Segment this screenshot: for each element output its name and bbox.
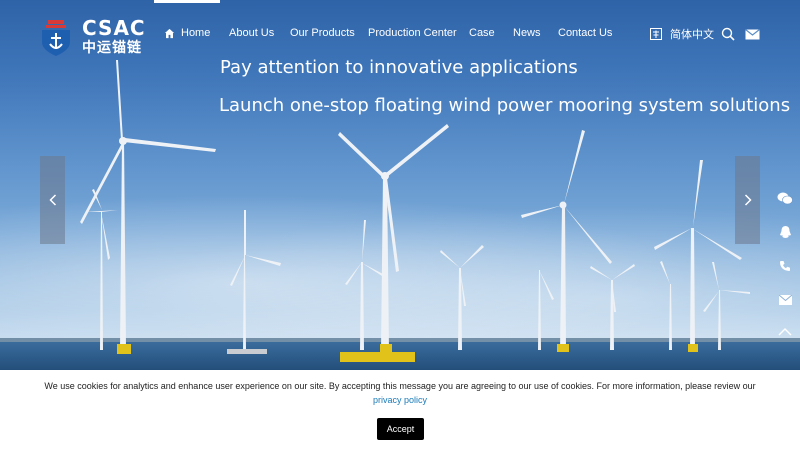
- nav-item-contact-us[interactable]: Contact Us: [558, 27, 612, 39]
- qq-icon: [779, 225, 791, 238]
- carousel-prev-button[interactable]: [40, 156, 65, 244]
- carousel-next-button[interactable]: [735, 156, 760, 244]
- nav-item-case[interactable]: Case: [469, 27, 495, 39]
- hero-headline-2: Launch one-stop floating wind power moor…: [219, 95, 791, 116]
- back-to-top-button[interactable]: [770, 320, 800, 344]
- mail-icon: [778, 295, 792, 305]
- cookie-consent-banner: We use cookies for analytics and enhance…: [0, 370, 800, 450]
- search-icon[interactable]: [721, 27, 735, 41]
- nav-item-news[interactable]: News: [513, 27, 541, 39]
- phone-button[interactable]: [770, 254, 800, 278]
- language-switcher[interactable]: 简体中文: [650, 26, 714, 42]
- email-button[interactable]: [770, 288, 800, 312]
- logo-text-cn: 中运锚链: [82, 39, 142, 55]
- cookie-message: We use cookies for analytics and enhance…: [44, 381, 756, 391]
- language-icon: [650, 28, 662, 40]
- language-label: 简体中文: [670, 29, 714, 41]
- wechat-button[interactable]: [770, 186, 800, 210]
- chevron-left-icon: [48, 194, 56, 206]
- mail-icon[interactable]: [745, 29, 760, 40]
- nav-active-indicator: [154, 0, 220, 3]
- privacy-policy-link[interactable]: privacy policy: [0, 393, 800, 407]
- nav-item-label: Home: [181, 27, 211, 39]
- back-to-top-icon: [778, 328, 792, 336]
- wechat-icon: [777, 192, 793, 204]
- home-icon: [164, 28, 175, 38]
- nav-item-home[interactable]: Home: [164, 27, 210, 39]
- nav-item-about-us[interactable]: About Us: [229, 27, 274, 39]
- accept-cookies-button[interactable]: Accept: [377, 418, 424, 440]
- nav-item-our-products[interactable]: Our Products: [290, 27, 355, 39]
- chevron-right-icon: [744, 194, 752, 206]
- qq-button[interactable]: [770, 220, 800, 244]
- phone-icon: [780, 261, 790, 271]
- nav-item-production-center[interactable]: Production Center: [368, 27, 457, 39]
- hero-headline-1: Pay attention to innovative applications: [220, 57, 578, 78]
